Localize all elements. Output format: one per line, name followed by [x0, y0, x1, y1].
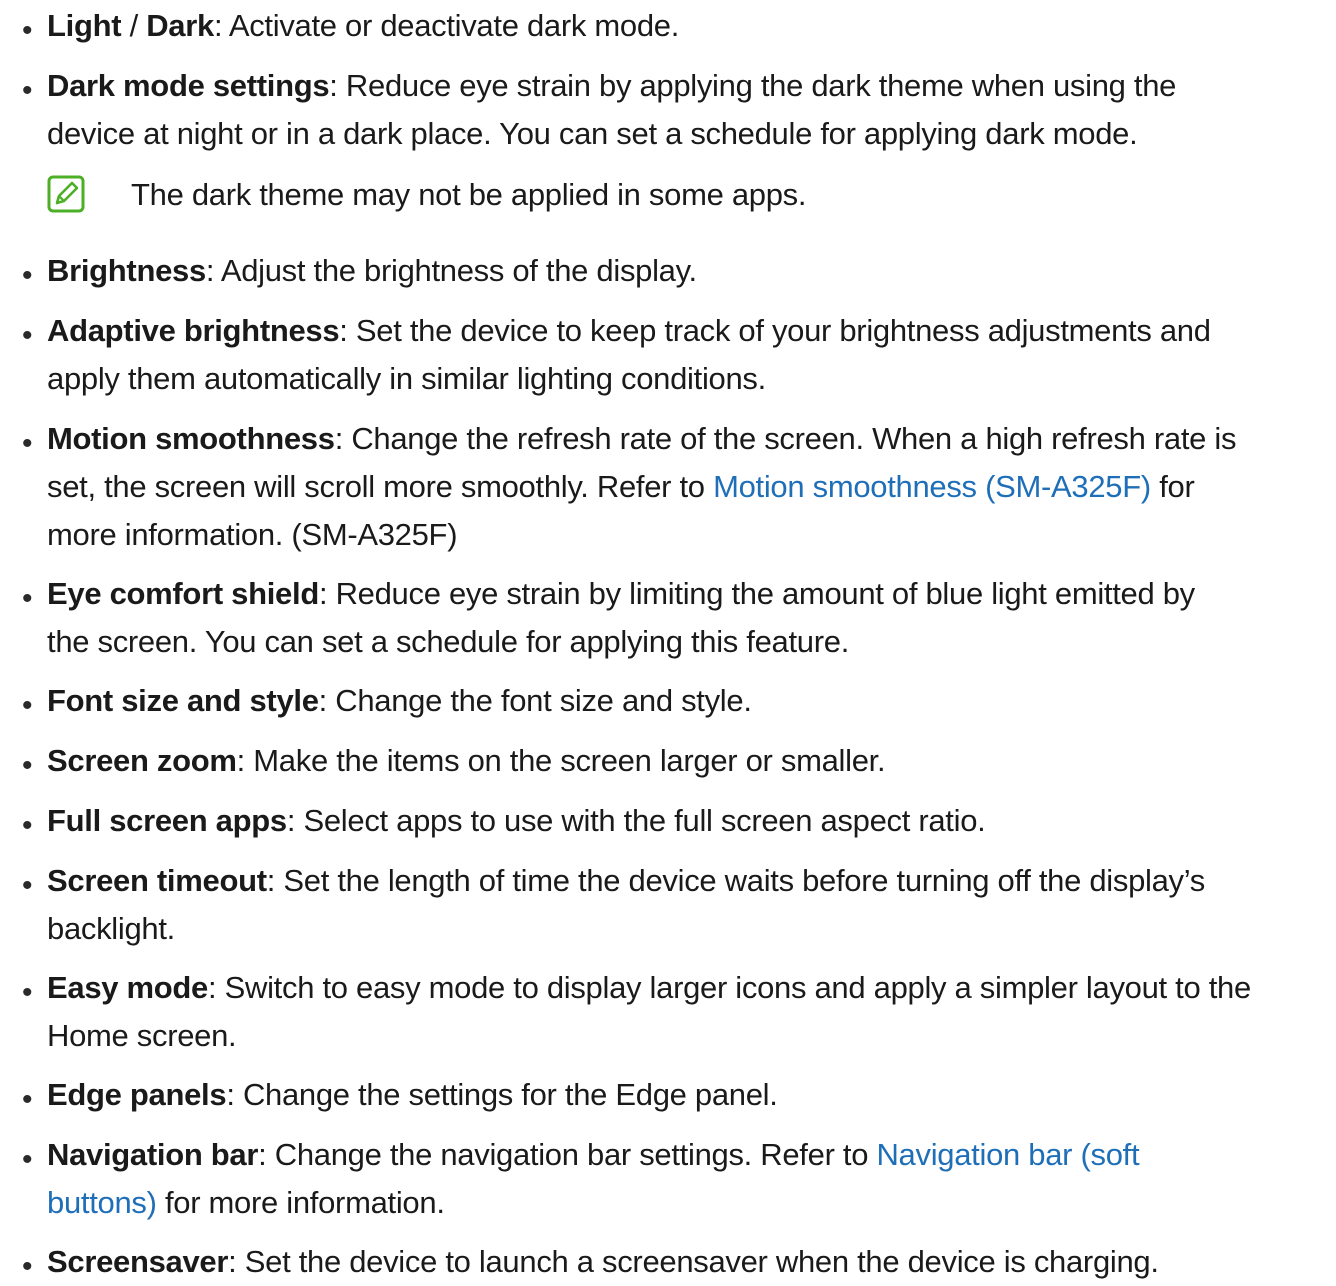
term: Font size and style	[47, 683, 319, 718]
item-text: Eye comfort shield: Reduce eye strain by…	[47, 570, 1327, 666]
item-text: Brightness: Adjust the brightness of the…	[47, 247, 1327, 295]
bullet: •	[22, 809, 33, 842]
term: Dark	[146, 8, 214, 43]
bullet: •	[22, 319, 33, 352]
description: : Reduce eye strain by limiting the amou…	[318, 576, 1195, 611]
bullet: •	[22, 259, 33, 292]
description: apply them automatically in similar ligh…	[47, 361, 766, 396]
description: : Set the length of time the device wait…	[266, 863, 1206, 898]
bullet: •	[22, 1250, 33, 1283]
motion-smoothness-link[interactable]: Motion smoothness (SM-A325F)	[713, 469, 1151, 504]
term: Navigation bar	[47, 1137, 259, 1172]
description: : Make the items on the screen larger or…	[236, 743, 886, 778]
description: set, the screen will scroll more smoothl…	[47, 469, 714, 504]
bullet: •	[22, 1083, 33, 1116]
description: : Switch to easy mode to display larger …	[208, 970, 1251, 1005]
description: : Set the device to keep track of your b…	[339, 313, 1211, 348]
bullet: •	[22, 582, 33, 615]
item-text: Light / Dark: Activate or deactivate dar…	[47, 2, 1327, 50]
note-box: The dark theme may not be applied in som…	[47, 171, 1247, 219]
term: Dark mode settings	[47, 68, 330, 103]
description: : Reduce eye strain by applying the dark…	[329, 68, 1177, 103]
item-text: Screen zoom: Make the items on the scree…	[47, 737, 1327, 785]
description: : Change the navigation bar settings. Re…	[258, 1137, 877, 1172]
term: Full screen apps	[47, 803, 287, 838]
item-text: Adaptive brightness: Set the device to k…	[47, 307, 1327, 403]
term: Adaptive brightness	[47, 313, 340, 348]
term: Eye comfort shield	[47, 576, 319, 611]
description: : Adjust the brightness of the display.	[205, 253, 697, 288]
term: Brightness	[47, 253, 206, 288]
bullet: •	[22, 689, 33, 722]
item-text: Motion smoothness: Change the refresh ra…	[47, 415, 1327, 559]
term: Motion smoothness	[47, 421, 335, 456]
bullet: •	[22, 749, 33, 782]
navigation-bar-link[interactable]: buttons)	[47, 1185, 157, 1220]
term: Screen timeout	[47, 863, 267, 898]
separator: /	[121, 8, 147, 43]
term: Edge panels	[47, 1077, 227, 1112]
description: : Change the font size and style.	[318, 683, 752, 718]
bullet: •	[22, 976, 33, 1009]
note-text: The dark theme may not be applied in som…	[131, 177, 807, 212]
bullet: •	[22, 869, 33, 902]
bullet: •	[22, 74, 33, 107]
term: Screen zoom	[47, 743, 237, 778]
note-pencil-icon	[47, 175, 85, 213]
item-text: Screensaver: Set the device to launch a …	[47, 1238, 1327, 1286]
description: : Change the refresh rate of the screen.…	[334, 421, 1237, 456]
item-text: Navigation bar: Change the navigation ba…	[47, 1131, 1327, 1227]
term: Light	[47, 8, 122, 43]
description: backlight.	[47, 911, 175, 946]
item-text: Easy mode: Switch to easy mode to displa…	[47, 964, 1327, 1060]
navigation-bar-link[interactable]: Navigation bar (soft	[876, 1137, 1139, 1172]
description: for more information.	[156, 1185, 445, 1220]
item-text: Full screen apps: Select apps to use wit…	[47, 797, 1327, 845]
description: : Change the settings for the Edge panel…	[226, 1077, 778, 1112]
term: Screensaver	[47, 1244, 229, 1279]
item-text: Screen timeout: Set the length of time t…	[47, 857, 1327, 953]
bullet: •	[22, 1143, 33, 1176]
term: Easy mode	[47, 970, 208, 1005]
bullet: •	[22, 427, 33, 460]
description: : Set the device to launch a screensaver…	[228, 1244, 1159, 1279]
manual-page: • Light / Dark: Activate or deactivate d…	[0, 0, 1336, 1282]
item-text: Dark mode settings: Reduce eye strain by…	[47, 62, 1327, 158]
description: for	[1150, 469, 1195, 504]
item-text: Font size and style: Change the font siz…	[47, 677, 1327, 725]
description: device at night or in a dark place. You …	[47, 116, 1138, 151]
description: : Select apps to use with the full scree…	[286, 803, 986, 838]
bullet: •	[22, 14, 33, 47]
description: more information. (SM-A325F)	[47, 517, 458, 552]
description: the screen. You can set a schedule for a…	[47, 624, 850, 659]
description: : Activate or deactivate dark mode.	[213, 8, 680, 43]
description: Home screen.	[47, 1018, 237, 1053]
item-text: Edge panels: Change the settings for the…	[47, 1071, 1327, 1119]
